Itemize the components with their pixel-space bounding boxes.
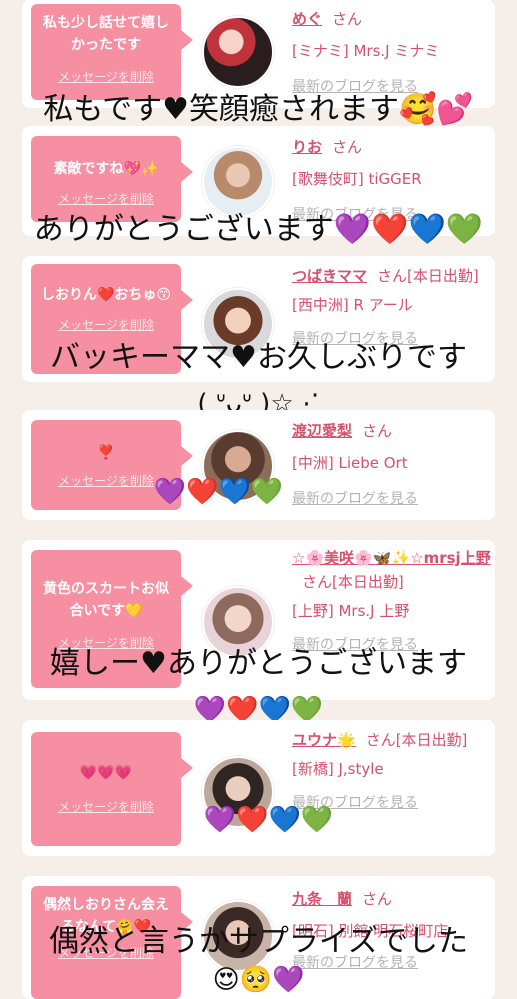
sender-name[interactable]: 九条 蘭 [292,890,352,908]
sender-info: めぐ さん [ミナミ] Mrs.J ミナミ 最新のブログを見る [292,6,492,100]
message-text: 素敵ですね💖✨ [53,161,159,177]
honorific: さん [362,422,393,440]
reply-overlay: ありがとうございます💜❤️💙💚 [33,212,484,247]
sender-info: ☆🌸美咲🌸🦋✨☆mrsj上野さん[本日出勤] [上野] Mrs.J 上野 最新の… [292,546,492,658]
delete-message-link[interactable]: メッセージを削除 [31,314,181,336]
sender-name[interactable]: ☆🌸美咲🌸🦋✨☆mrsj上野 [292,549,491,567]
shop-name: [中洲] Liebe Ort [292,454,408,472]
reply-overlay: 💜❤️💙💚 [203,805,334,835]
sender-name[interactable]: 渡辺愛梨 [292,422,352,440]
message-text: 黄色のスカートお似合いです💛 [43,581,169,619]
reply-overlay: 私もです♥笑顔癒されます🥰💕 [43,92,474,127]
shop-name: [上野] Mrs.J 上野 [292,602,410,620]
avatar[interactable] [202,16,274,88]
sender-name[interactable]: つばきママ [292,267,367,285]
message-text: 私も少し話せて嬉しかったです [43,15,169,53]
honorific: さん[本日出勤] [302,573,404,591]
sender-info: つばきママ さん[本日出勤] [西中洲] R アール 最新のブログを見る [292,264,492,352]
honorific: さん [362,890,393,908]
reply-overlay: バッキーママ♥お久しぶりです [50,340,467,375]
avatar[interactable] [202,146,274,218]
sender-name[interactable]: めぐ [292,10,322,28]
shop-name: [歌舞伎町] tiGGER [292,170,422,188]
delete-message-link[interactable]: メッセージを削除 [31,66,181,88]
reply-overlay: 💜❤️💙💚 [153,477,284,507]
reply-overlay: 偶然と言うかサプライズでした [48,924,469,959]
shop-name: [ミナミ] Mrs.J ミナミ [292,42,440,60]
shop-name: [西中洲] R アール [292,296,413,314]
message-text: ❣️ [97,445,115,461]
honorific: さん [332,138,363,156]
delete-message-link[interactable]: メッセージを削除 [31,188,181,210]
message-bubble: 素敵ですね💖✨ メッセージを削除 [31,136,193,222]
message-text: 💗💗💗 [79,765,133,781]
message-bubble: 私も少し話せて嬉しかったです メッセージを削除 [31,4,193,100]
sender-name[interactable]: りお [292,138,322,156]
reply-overlay: 嬉しー♥ありがとうございます [50,646,467,681]
message-text: しおりん❤️おちゅ😙 [40,287,172,303]
sender-name[interactable]: ユウナ🌟 [292,731,356,749]
honorific: さん[本日出勤] [365,731,468,749]
reply-overlay-line2: 😍🥺💜 [212,965,305,995]
honorific: さん[本日出勤] [377,267,479,285]
honorific: さん [332,10,363,28]
shop-name: [新橋] J,style [292,760,384,778]
